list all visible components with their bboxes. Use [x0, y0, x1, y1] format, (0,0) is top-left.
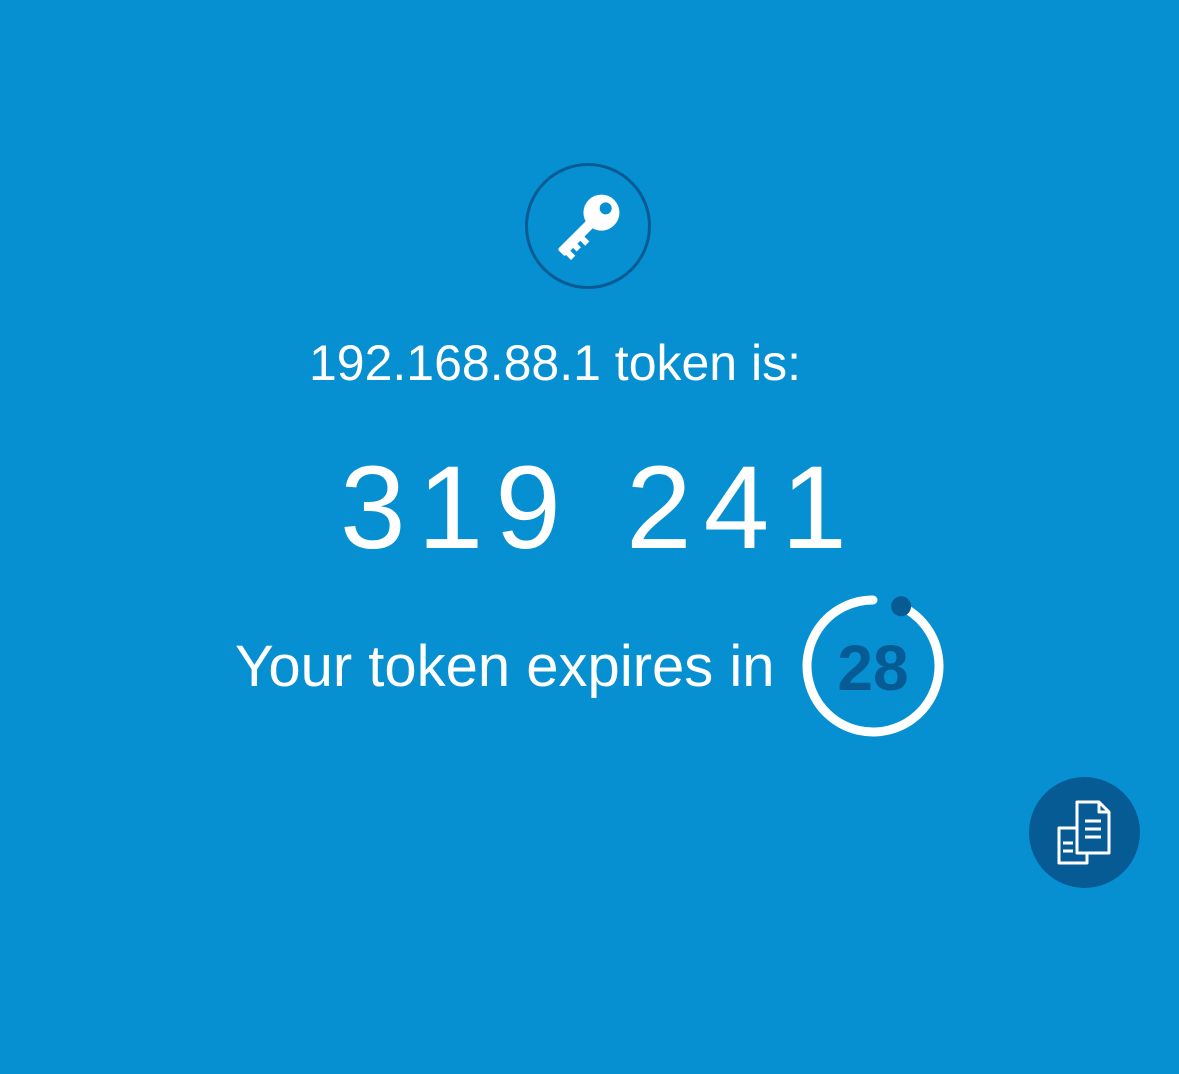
key-icon [558, 194, 620, 260]
copy-icon [1057, 800, 1111, 865]
token-digits-second: 241 [626, 442, 859, 574]
copy-token-button[interactable] [1029, 777, 1140, 888]
key-badge [525, 163, 651, 289]
countdown-seconds: 28 [837, 632, 909, 704]
token-digits-first: 319 [340, 442, 573, 574]
expiry-label: Your token expires in [235, 634, 775, 699]
server-token-label: 192.168.88.1 token is: [308, 335, 802, 391]
countdown-timer: 28 [793, 588, 953, 748]
